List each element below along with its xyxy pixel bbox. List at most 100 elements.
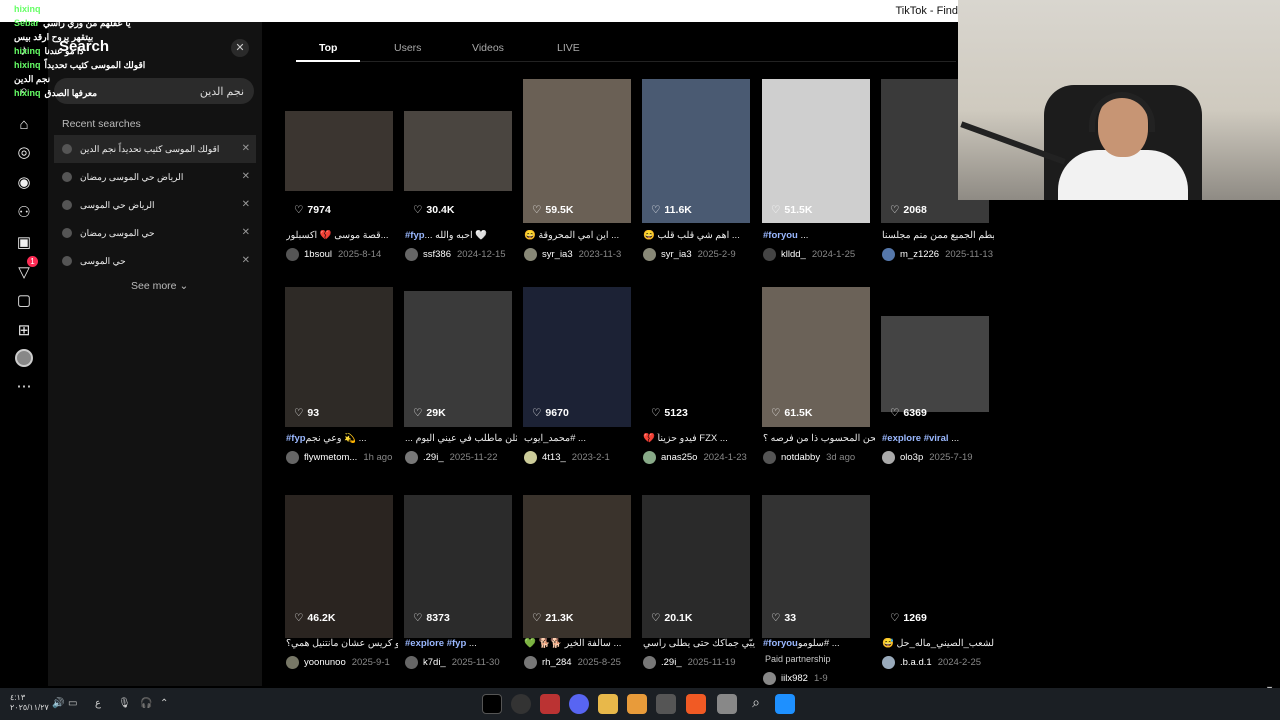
avatar[interactable] bbox=[524, 656, 537, 669]
author-username[interactable]: flywmetom... bbox=[304, 452, 357, 463]
app-taskbar-icon[interactable] bbox=[540, 694, 560, 714]
friends-icon[interactable]: ⚇ bbox=[12, 200, 36, 224]
video-card[interactable]: 61.5K نحن المحسوب ذا من فرصه ؟ ... notdabb… bbox=[762, 273, 875, 473]
mic-icon[interactable]: 🎙 bbox=[118, 698, 131, 709]
author-username[interactable]: syr_ia3 bbox=[661, 249, 692, 260]
hashtag[interactable]: #foryou bbox=[763, 230, 798, 241]
avatar[interactable] bbox=[524, 248, 537, 261]
tab-videos[interactable]: Videos bbox=[472, 42, 504, 54]
tray-chevron-icon[interactable]: ⌃ bbox=[160, 698, 168, 709]
video-caption[interactable]: 😄 اين امي المحروقة ... bbox=[524, 230, 636, 241]
recent-search-item[interactable]: حي الموسى رمضان ✕ bbox=[54, 219, 256, 247]
video-author-row[interactable]: yoonunoo 2025-9-1 bbox=[286, 656, 404, 669]
author-username[interactable]: anas25o bbox=[661, 452, 697, 463]
search-taskbar-icon[interactable]: ⌕ bbox=[746, 694, 766, 714]
video-caption[interactable]: يو كريس عشان مانتنيل همي؟ ... bbox=[286, 638, 398, 649]
author-username[interactable]: .29i_ bbox=[661, 657, 682, 668]
video-author-row[interactable]: ssf386 2024-12-15 bbox=[405, 248, 523, 261]
video-caption[interactable]: #foryou ... bbox=[763, 230, 875, 241]
avatar[interactable] bbox=[524, 451, 537, 464]
recent-search-item[interactable]: الرياض حي الموسى ✕ bbox=[54, 191, 256, 219]
video-thumbnail[interactable] bbox=[642, 287, 750, 427]
obs-taskbar-icon[interactable] bbox=[511, 694, 531, 714]
video-author-row[interactable]: 4t13_ 2023-2-1 bbox=[524, 451, 642, 464]
upload-icon[interactable]: ⊞ bbox=[12, 318, 36, 342]
video-thumbnail[interactable] bbox=[762, 287, 870, 427]
video-card[interactable]: 1269 😅 الشعب_الصيني_ماله_حل# .b.a.d.1 2024-… bbox=[881, 478, 994, 678]
avatar[interactable] bbox=[405, 656, 418, 669]
video-author-row[interactable]: .b.a.d.1 2024-2-25 bbox=[882, 656, 1000, 669]
remove-recent-icon[interactable]: ✕ bbox=[242, 255, 250, 266]
video-card[interactable]: 5123 💔 فيدو حزيناً FZX ... anas25o 2024-1-2… bbox=[642, 273, 750, 473]
video-caption[interactable]: نحن المحسوب ذا من فرصه ؟ ... bbox=[763, 433, 875, 444]
avatar[interactable] bbox=[405, 248, 418, 261]
avatar[interactable] bbox=[405, 451, 418, 464]
messages-icon[interactable]: ▢ bbox=[12, 288, 36, 312]
avatar[interactable] bbox=[643, 451, 656, 464]
tab-top[interactable]: Top bbox=[319, 42, 337, 54]
recent-search-item[interactable]: الرياض حي الموسى رمضان ✕ bbox=[54, 163, 256, 191]
video-card[interactable]: 21.3K 💚 🐕🐕 سالفة الخير ... rh_284 2025-8-25 bbox=[523, 478, 631, 678]
video-author-row[interactable]: flywmetom... 1h ago bbox=[286, 451, 404, 464]
remove-recent-icon[interactable]: ✕ bbox=[242, 171, 250, 182]
video-thumbnail[interactable] bbox=[523, 287, 631, 427]
avatar[interactable] bbox=[882, 656, 895, 669]
video-author-row[interactable]: klldd_ 2024-1-25 bbox=[763, 248, 881, 261]
author-username[interactable]: iilx982 bbox=[781, 673, 808, 684]
video-caption[interactable]: يبّي جماكك حتى يطلى راسي ... bbox=[643, 638, 755, 649]
video-caption[interactable]: 😄 اهم شي قلب قلب ... bbox=[643, 230, 755, 241]
home-icon[interactable]: ⌂ bbox=[12, 112, 36, 136]
video-thumbnail[interactable] bbox=[404, 111, 512, 191]
video-caption[interactable]: #foryouسلومو# ... bbox=[763, 638, 875, 649]
start-taskbar-icon[interactable] bbox=[775, 694, 795, 714]
video-caption[interactable]: محمد_ايوب# ... bbox=[524, 433, 636, 444]
video-thumbnail[interactable] bbox=[881, 316, 989, 412]
video-caption[interactable]: #fyp... احبه والله 🤍 bbox=[405, 230, 517, 241]
author-username[interactable]: notdabby bbox=[781, 452, 820, 463]
recent-search-item[interactable]: اقولك الموسى كئيب تحديداً نجم الدين ✕ bbox=[54, 135, 256, 163]
video-author-row[interactable]: olo3p 2025-7-19 bbox=[882, 451, 1000, 464]
author-username[interactable]: ssf386 bbox=[423, 249, 451, 260]
author-username[interactable]: 1bsoul bbox=[304, 249, 332, 260]
video-card[interactable]: 8373 #explore #fyp ... k7di_ 2025-11-30 bbox=[404, 478, 512, 678]
following-icon[interactable]: ◉ bbox=[12, 170, 36, 194]
video-author-row[interactable]: k7di_ 2025-11-30 bbox=[405, 656, 523, 669]
video-thumbnail[interactable] bbox=[762, 79, 870, 223]
video-card[interactable]: 6369 #explore #viral ... olo3p 2025-7-19 bbox=[881, 273, 989, 473]
video-caption[interactable]: قصة موسى 💔 اكسبلور... bbox=[286, 230, 398, 241]
steam-taskbar-icon[interactable] bbox=[656, 694, 676, 714]
avatar[interactable] bbox=[286, 656, 299, 669]
video-author-row[interactable]: .29i_ 2025-11-22 bbox=[405, 451, 523, 464]
taskbar-clock[interactable]: ٤:١٣ ٢٠٢٥/١١/٢٧ bbox=[10, 693, 49, 713]
hashtag[interactable]: #fyp bbox=[286, 433, 306, 444]
video-caption[interactable]: #explore #fyp ... bbox=[405, 638, 517, 649]
video-author-row[interactable]: 1bsoul 2025-8-14 bbox=[286, 248, 404, 261]
tiktok-taskbar-icon[interactable] bbox=[482, 694, 502, 714]
discord-taskbar-icon[interactable] bbox=[569, 694, 589, 714]
task-view-taskbar-icon[interactable] bbox=[717, 694, 737, 714]
video-thumbnail[interactable] bbox=[642, 79, 750, 223]
avatar[interactable] bbox=[763, 451, 776, 464]
headphones-icon[interactable]: 🎧 bbox=[140, 698, 152, 709]
video-card[interactable]: 33 #foryouسلومو# ... Paid partnership iilx9… bbox=[762, 478, 870, 685]
video-caption[interactable]: سيطم الجميع ممن منم مجلسنا bbox=[882, 230, 994, 241]
volume-icon[interactable]: 🔊 bbox=[52, 698, 64, 709]
video-caption[interactable]: #fypوعي نجم 💫 ... bbox=[286, 433, 398, 444]
author-username[interactable]: rh_284 bbox=[542, 657, 572, 668]
video-caption[interactable]: 💔 فيدو حزيناً FZX ... bbox=[643, 433, 755, 444]
video-thumbnail[interactable] bbox=[285, 111, 393, 191]
video-card[interactable]: 46.2K يو كريس عشان مانتنيل همي؟ ... yoonun… bbox=[285, 478, 398, 678]
tab-live[interactable]: LIVE bbox=[557, 42, 580, 54]
see-more-button[interactable]: See more ⌄ bbox=[131, 280, 188, 292]
remove-recent-icon[interactable]: ✕ bbox=[242, 199, 250, 210]
hashtag[interactable]: #fyp bbox=[405, 230, 425, 241]
video-card[interactable]: 29K ... مثلن ماطلب في عيني اليوم .29i_ 2025… bbox=[404, 273, 517, 473]
author-username[interactable]: .29i_ bbox=[423, 452, 444, 463]
hashtag[interactable]: #explore #fyp bbox=[405, 638, 466, 649]
video-author-row[interactable]: syr_ia3 2023-11-3 bbox=[524, 248, 642, 261]
tab-users[interactable]: Users bbox=[394, 42, 421, 54]
video-caption[interactable]: ... مثلن ماطلب في عيني اليوم bbox=[405, 433, 517, 444]
file-explorer-taskbar-icon[interactable] bbox=[598, 694, 618, 714]
video-card[interactable]: 11.6K 😄 اهم شي قلب قلب ... syr_ia3 2025-2-9 bbox=[642, 70, 750, 270]
activity-icon[interactable]: ▽ bbox=[12, 256, 38, 284]
